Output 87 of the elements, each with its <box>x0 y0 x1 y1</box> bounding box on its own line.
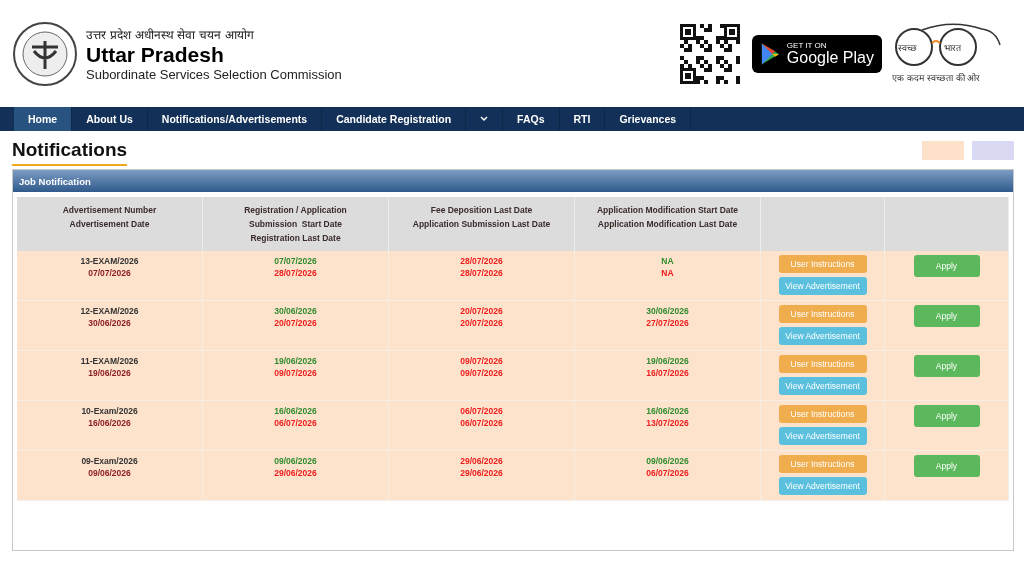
chevron-down-icon <box>480 116 489 122</box>
column-heading: Advertisement Date <box>69 218 150 231</box>
column-heading: Application Modification Last Date <box>597 218 738 231</box>
view-advertisement-button[interactable]: View Advertisement <box>778 427 867 445</box>
apply-button[interactable]: Apply <box>913 405 980 427</box>
cell-text: 30/06/2026 <box>274 305 317 317</box>
cell-text: 06/07/2026 <box>460 417 503 429</box>
apply-button[interactable]: Apply <box>913 305 980 327</box>
column-heading: Registration / Application <box>244 204 347 217</box>
cell-text: 28/07/2026 <box>460 255 503 267</box>
cell-text: 13/07/2026 <box>646 417 689 429</box>
hindi-name: उत्तर प्रदेश अधीनस्थ सेवा चयन आयोग <box>86 26 256 43</box>
cell-text: NA <box>661 267 674 279</box>
instructions-button[interactable]: User Instructions <box>778 305 867 323</box>
badge-caption: GET IT ON <box>786 41 828 50</box>
cell-text: 30/06/2026 <box>646 305 689 317</box>
column-heading: Advertisement Number <box>62 204 157 217</box>
cell-text: 19/06/2026 <box>88 367 131 379</box>
apply-button[interactable]: Apply <box>913 255 980 277</box>
cell-text: 16/06/2026 <box>274 405 317 417</box>
apply-button[interactable]: Apply <box>913 455 980 477</box>
view-advertisement-button[interactable]: View Advertisement <box>778 277 867 295</box>
cell-text: 28/07/2026 <box>460 267 503 279</box>
column-heading: Submission Start Date <box>248 218 343 231</box>
cell-text: 13-EXAM/2026 <box>80 255 139 267</box>
cell-text: 19/06/2026 <box>646 355 689 367</box>
cell-text: 20/07/2026 <box>460 317 503 329</box>
cell-text: NA <box>661 255 674 267</box>
view-advertisement-button[interactable]: View Advertisement <box>778 327 867 345</box>
cell-text: 06/07/2026 <box>274 417 317 429</box>
google-play-badge[interactable]: GET IT ON Google Play <box>752 34 882 73</box>
column-heading: Registration Last Date <box>250 232 341 245</box>
cell-text: 06/07/2026 <box>460 405 503 417</box>
nav-link[interactable]: Grievances <box>605 107 692 131</box>
swachh-tagline: एक कदम स्वच्छता की ओर <box>892 71 981 84</box>
panel-header: Job Notification <box>13 170 1013 192</box>
cell-text: 09/07/2026 <box>460 355 503 367</box>
badge-store-name: Google Play <box>786 49 874 66</box>
view-advertisement-button[interactable]: View Advertisement <box>778 477 867 495</box>
bharat-word: भारत <box>944 41 961 54</box>
nav-link[interactable]: Candidate Registration <box>322 107 467 131</box>
cell-text: 19/06/2026 <box>274 355 317 367</box>
cell-text: 07/07/2026 <box>274 255 317 267</box>
nav-link[interactable]: FAQs <box>503 107 560 131</box>
cell-text: 16/07/2026 <box>646 367 689 379</box>
apply-button[interactable]: Apply <box>913 355 980 377</box>
nav-link[interactable]: About Us <box>72 107 148 131</box>
cell-text: 09-Exam/2026 <box>81 455 138 467</box>
swachh-word: स्वच्छ <box>898 41 917 54</box>
cell-text: 09/07/2026 <box>274 367 317 379</box>
cell-text: 09/07/2026 <box>460 367 503 379</box>
nav-link[interactable]: Home <box>14 107 73 131</box>
cell-text: 29/06/2026 <box>460 455 503 467</box>
cell-text: 16/06/2026 <box>646 405 689 417</box>
cell-text: 09/06/2026 <box>646 455 689 467</box>
cell-text: 29/06/2026 <box>460 467 503 479</box>
cell-text: 27/07/2026 <box>646 317 689 329</box>
cell-text: 09/06/2026 <box>274 455 317 467</box>
emblem-icon <box>12 20 78 87</box>
page-title: Notifications <box>12 139 128 166</box>
play-icon <box>760 41 781 66</box>
column-heading: Fee Deposition Last Date <box>430 204 533 217</box>
qr-code-icon <box>678 21 742 86</box>
column-heading: Application Modification Start Date <box>596 204 739 217</box>
cell-text: 11-EXAM/2026 <box>80 355 139 367</box>
nav-link[interactable]: Notifications/Advertisements <box>147 107 323 131</box>
site-title: Uttar Pradesh <box>86 42 225 67</box>
cell-text: 28/07/2026 <box>274 267 317 279</box>
cell-text: 30/06/2026 <box>88 317 131 329</box>
cell-text: 10-Exam/2026 <box>81 405 138 417</box>
view-advertisement-button[interactable]: View Advertisement <box>778 377 867 395</box>
cell-text: 07/07/2026 <box>88 267 131 279</box>
cell-text: 12-EXAM/2026 <box>80 305 139 317</box>
cell-text: 20/07/2026 <box>460 305 503 317</box>
cell-text: 06/07/2026 <box>646 467 689 479</box>
instructions-button[interactable]: User Instructions <box>778 405 867 423</box>
glasses-icon <box>892 20 1004 69</box>
instructions-button[interactable]: User Instructions <box>778 455 867 473</box>
instructions-button[interactable]: User Instructions <box>778 255 867 273</box>
cell-text: 09/06/2026 <box>88 467 131 479</box>
nav-link[interactable]: RTI <box>559 107 606 131</box>
column-heading: Application Submission Last Date <box>412 218 551 231</box>
site-subtitle: Subordinate Services Selection Commission <box>86 66 342 82</box>
instructions-button[interactable]: User Instructions <box>778 355 867 373</box>
cell-text: 20/07/2026 <box>274 317 317 329</box>
cell-text: 16/06/2026 <box>88 417 131 429</box>
cell-text: 29/06/2026 <box>274 467 317 479</box>
